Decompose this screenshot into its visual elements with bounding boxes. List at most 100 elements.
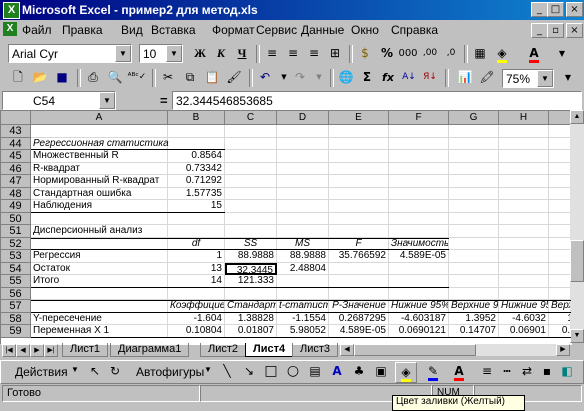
grid-cell[interactable] xyxy=(499,225,549,238)
grid-cell[interactable] xyxy=(329,262,389,275)
grid-cell[interactable] xyxy=(225,187,277,200)
grid-cell[interactable] xyxy=(277,212,329,225)
cell-D53[interactable]: 88.9888 xyxy=(277,250,329,263)
grid-cell[interactable] xyxy=(389,150,449,163)
font-color-icon[interactable]: A xyxy=(524,44,544,63)
sort-ascending-icon[interactable]: A↓ xyxy=(399,68,419,87)
grid-cell[interactable] xyxy=(449,175,499,188)
cell-A54[interactable]: Остаток xyxy=(31,263,168,276)
grid-cell[interactable] xyxy=(449,150,499,163)
shadow-icon[interactable]: ▪ xyxy=(537,362,557,381)
first-sheet-icon[interactable]: |◀ xyxy=(2,344,16,357)
chevron-down-icon[interactable]: ▼ xyxy=(537,70,553,87)
cell-H58[interactable]: -4.6032 xyxy=(499,313,549,326)
cell-B54[interactable]: 13 xyxy=(168,263,225,276)
grid-cell[interactable] xyxy=(31,287,168,300)
cell-E58[interactable]: 0.2687295 xyxy=(329,313,389,326)
autosum-button[interactable]: Σ xyxy=(357,68,377,87)
actions-menu[interactable]: Действия xyxy=(15,365,68,379)
grid-cell[interactable] xyxy=(329,162,389,175)
grid-cell[interactable] xyxy=(225,162,277,175)
chart-wizard-icon[interactable]: 📊 xyxy=(455,68,475,87)
grid-cell[interactable] xyxy=(329,212,389,225)
arrow-style-icon[interactable]: ⇄ xyxy=(517,362,537,381)
merge-center-icon[interactable]: ⊞ xyxy=(325,44,345,63)
worksheet-grid[interactable]: ABCDEFGHI4344Регрессионная статистика45М… xyxy=(0,110,572,345)
column-header-I[interactable]: I xyxy=(549,111,571,125)
percent-button[interactable]: % xyxy=(377,44,397,63)
cell-A51[interactable]: Дисперсионный анализ xyxy=(31,225,168,238)
row-header-55[interactable]: 55 xyxy=(1,275,31,288)
grid-cell[interactable] xyxy=(499,162,549,175)
line-style-icon[interactable]: ≡ xyxy=(477,362,497,381)
grid-cell[interactable] xyxy=(329,287,389,300)
toolbar-options-icon[interactable]: ▼ xyxy=(558,68,578,87)
grid-cell[interactable] xyxy=(277,150,329,163)
scroll-up-icon[interactable]: ▲ xyxy=(570,110,584,124)
grid-cell[interactable] xyxy=(499,125,549,138)
minimize-button[interactable]: _ xyxy=(531,2,548,17)
free-rotate-icon[interactable]: ↻ xyxy=(105,362,125,381)
grid-cell[interactable] xyxy=(389,175,449,188)
decrease-decimal-button[interactable]: ,0 xyxy=(441,44,461,63)
spelling-icon[interactable]: ᴬᴮᶜ✓ xyxy=(127,68,147,87)
grid-cell[interactable] xyxy=(499,250,549,263)
row-header-44[interactable]: 44 xyxy=(1,137,31,150)
drawing-font-color-icon[interactable]: A xyxy=(449,362,469,381)
grid-cell[interactable] xyxy=(449,137,499,150)
grid-cell[interactable] xyxy=(329,125,389,138)
open-folder-icon[interactable]: 📂 xyxy=(30,68,50,87)
select-objects-icon[interactable]: ↖ xyxy=(85,362,105,381)
next-sheet-icon[interactable]: ▶ xyxy=(30,344,44,357)
grid-cell[interactable] xyxy=(499,187,549,200)
grid-cell[interactable] xyxy=(329,150,389,163)
fill-color-icon[interactable]: ◈ xyxy=(492,44,512,63)
grid-cell[interactable] xyxy=(549,288,571,300)
maximize-button[interactable]: □ xyxy=(547,2,564,17)
chevron-down-icon[interactable]: ▼ xyxy=(204,365,212,374)
align-right-icon[interactable]: ≡ xyxy=(304,44,324,63)
grid-cell[interactable] xyxy=(277,187,329,200)
grid-cell[interactable] xyxy=(449,125,499,138)
grid-cell[interactable] xyxy=(389,137,449,150)
cell-B47[interactable]: 0.71292 xyxy=(168,175,225,188)
grid-cell[interactable] xyxy=(389,225,449,238)
cell-C58[interactable]: 1.38828 xyxy=(225,313,277,326)
doc-minimize-button[interactable]: _ xyxy=(531,23,548,38)
rectangle-icon[interactable]: □ xyxy=(261,362,281,381)
excel-app-icon[interactable]: X xyxy=(3,2,20,19)
column-header-F[interactable]: F xyxy=(389,111,449,125)
menu-file[interactable]: Файл xyxy=(22,23,52,37)
grid-cell[interactable] xyxy=(449,250,499,263)
align-center-icon[interactable]: ≡ xyxy=(283,44,303,63)
cell-A53[interactable]: Регрессия xyxy=(31,250,168,263)
grid-cell[interactable] xyxy=(277,125,329,138)
grid-cell[interactable] xyxy=(225,200,277,213)
column-header-A[interactable]: A xyxy=(31,111,168,125)
cell-C53[interactable]: 88.9888 xyxy=(225,250,277,263)
cell-B46[interactable]: 0.73342 xyxy=(168,163,225,176)
increase-decimal-button[interactable]: ,00 xyxy=(420,44,440,63)
close-button[interactable]: × xyxy=(566,2,583,17)
grid-cell[interactable] xyxy=(449,225,499,238)
cell-A45[interactable]: Множественный R xyxy=(31,150,168,163)
grid-cell[interactable] xyxy=(277,225,329,238)
borders-icon[interactable]: ▦ xyxy=(470,44,490,63)
grid-cell[interactable] xyxy=(499,212,549,225)
redo-icon[interactable]: ↷ xyxy=(290,68,310,87)
cell-F58[interactable]: -4.603187 xyxy=(389,313,449,326)
grid-cell[interactable] xyxy=(389,125,449,138)
insert-picture-icon[interactable]: ▣ xyxy=(371,362,391,381)
function-button[interactable]: fx xyxy=(378,68,398,87)
grid-cell[interactable] xyxy=(277,200,329,213)
grid-cell[interactable] xyxy=(277,287,329,300)
last-sheet-icon[interactable]: ▶| xyxy=(44,344,58,357)
cell-B45[interactable]: 0.8564 xyxy=(168,150,225,163)
drawing-icon[interactable]: 🖍 xyxy=(477,68,497,87)
row-header-57[interactable]: 57 xyxy=(1,300,31,313)
print-icon[interactable]: ⎙ xyxy=(83,68,103,87)
horizontal-scrollbar[interactable]: ◀ ▶ xyxy=(340,344,570,356)
grid-cell[interactable] xyxy=(329,200,389,213)
grid-cell[interactable] xyxy=(549,138,571,150)
grid-cell[interactable] xyxy=(449,162,499,175)
